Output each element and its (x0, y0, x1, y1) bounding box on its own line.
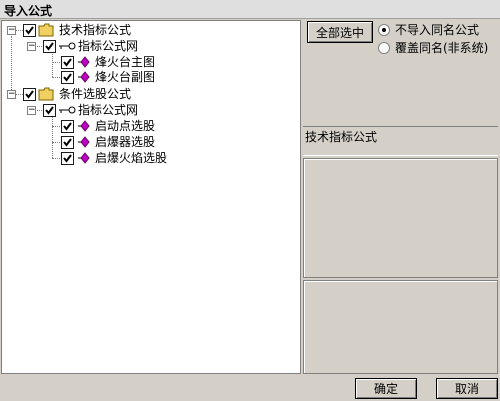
tree-line (52, 52, 53, 77)
tree-item-label: 烽火台副图 (95, 70, 156, 84)
tree-line (52, 62, 60, 63)
title-bar: 导入公式 (0, 0, 500, 19)
check-icon (63, 122, 72, 131)
check-icon (25, 26, 34, 35)
formula-description-panel (303, 158, 498, 278)
checkbox[interactable] (23, 88, 36, 101)
cancel-button[interactable]: 取消 (436, 378, 498, 399)
tree-line (52, 142, 60, 143)
ok-button[interactable]: 确定 (355, 378, 417, 399)
tree-line (52, 158, 60, 159)
folder-icon (38, 87, 54, 101)
checkbox[interactable] (61, 56, 74, 69)
formula-name: 技术指标公式 (305, 130, 378, 144)
tree-line (16, 30, 23, 31)
radio-button[interactable] (378, 42, 390, 54)
select-all-button[interactable]: 全部选中 (307, 21, 373, 43)
checkbox[interactable] (23, 24, 36, 37)
check-icon (63, 58, 72, 67)
radio-label: 不导入同名公式 (395, 23, 480, 37)
tree-group-label: 条件选股公式 (59, 87, 132, 101)
check-icon (63, 154, 72, 163)
tree-line (16, 94, 23, 95)
check-icon (45, 42, 54, 51)
formula-tree[interactable]: − 技术指标公式 − 指标公式网 烽火台主图 烽火台副图 − 条件选股公式 − … (1, 20, 301, 374)
key-icon (59, 106, 76, 114)
collapse-icon[interactable]: − (7, 26, 16, 35)
tree-line (52, 126, 60, 127)
diamond-icon (78, 152, 90, 164)
tree-line (52, 116, 53, 158)
radio-button[interactable] (378, 24, 390, 36)
tree-subgroup-label: 指标公式网 (78, 39, 139, 53)
tree-line (11, 36, 12, 94)
radio-label: 覆盖同名(非系统) (395, 41, 489, 55)
tree-group-label: 技术指标公式 (59, 23, 132, 37)
formula-params-panel (303, 280, 498, 374)
collapse-icon[interactable]: − (27, 106, 36, 115)
tree-item-label: 启爆器选股 (95, 135, 156, 149)
diamond-icon (78, 56, 90, 68)
diamond-icon (78, 71, 90, 83)
collapse-icon[interactable]: − (7, 90, 16, 99)
checkbox[interactable] (43, 104, 56, 117)
tree-subgroup-label: 指标公式网 (78, 103, 139, 117)
tree-item-label: 启爆火焰选股 (95, 151, 168, 165)
checkbox[interactable] (61, 71, 74, 84)
diamond-icon (78, 120, 90, 132)
check-icon (63, 73, 72, 82)
tree-item-label: 烽火台主图 (95, 55, 156, 69)
collapse-icon[interactable]: − (27, 42, 36, 51)
radio-selected-dot (382, 28, 386, 32)
checkbox[interactable] (61, 152, 74, 165)
folder-icon (38, 23, 54, 37)
checkbox[interactable] (43, 40, 56, 53)
checkbox[interactable] (61, 136, 74, 149)
check-icon (45, 106, 54, 115)
key-icon (59, 42, 76, 50)
check-icon (63, 138, 72, 147)
formula-name-display: 技术指标公式 (303, 126, 498, 156)
window-title: 导入公式 (4, 4, 53, 18)
tree-item-label: 启动点选股 (95, 119, 156, 133)
diamond-icon (78, 136, 90, 148)
check-icon (25, 90, 34, 99)
tree-line (52, 77, 60, 78)
checkbox[interactable] (61, 120, 74, 133)
